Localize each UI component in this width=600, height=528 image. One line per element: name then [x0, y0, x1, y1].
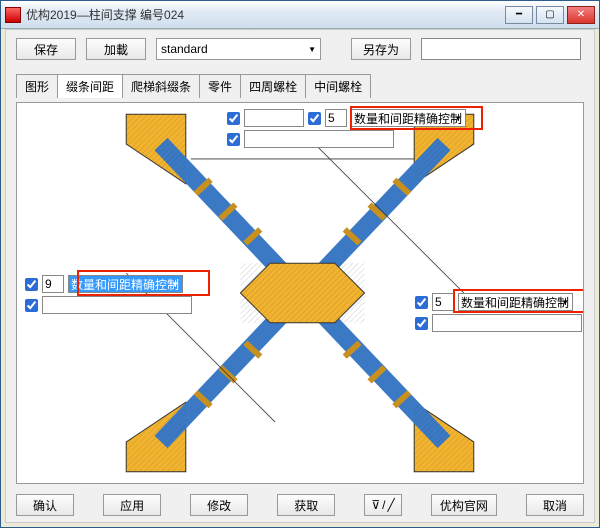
- minimize-button[interactable]: ━: [505, 6, 533, 24]
- apply-button[interactable]: 应用: [103, 494, 161, 516]
- cancel-button[interactable]: 取消: [526, 494, 584, 516]
- tab-perimeter-bolts[interactable]: 四周螺栓: [240, 74, 306, 98]
- save-as-button[interactable]: 另存为: [351, 38, 411, 60]
- top-chk1[interactable]: [227, 112, 240, 125]
- tab-center-bolts[interactable]: 中间螺栓: [305, 74, 371, 98]
- save-as-input[interactable]: [421, 38, 581, 60]
- left-mode-dropdown[interactable]: 数量和间距精确控制 ▼: [68, 275, 183, 293]
- tab-ladder[interactable]: 爬梯斜缀条: [122, 74, 200, 98]
- flag-toggle[interactable]: ⊽ / ╱: [364, 494, 401, 516]
- right-chk2[interactable]: [415, 317, 428, 330]
- chevron-down-icon: ▼: [454, 114, 462, 123]
- modify-button[interactable]: 修改: [190, 494, 248, 516]
- top-mode-dropdown[interactable]: 数量和间距精确控制 ▼: [351, 109, 466, 127]
- left-val2[interactable]: [42, 296, 192, 314]
- app-window: 优构2019—柱间支撑 编号024 ━ ▢ ✕ 保存 加載 standard ▼…: [0, 0, 600, 528]
- top-val3[interactable]: [244, 130, 394, 148]
- scheme-value: standard: [161, 42, 208, 56]
- tab-shape[interactable]: 图形: [16, 74, 58, 98]
- maximize-button[interactable]: ▢: [536, 6, 564, 24]
- chevron-down-icon: ▼: [308, 45, 316, 54]
- top-chk2[interactable]: [308, 112, 321, 125]
- top-val2[interactable]: [325, 109, 347, 127]
- left-controls: 数量和间距精确控制 ▼: [25, 275, 192, 314]
- top-controls: 数量和间距精确控制 ▼: [227, 109, 466, 148]
- right-chk1[interactable]: [415, 296, 428, 309]
- top-toolbar: 保存 加載 standard ▼ 另存为: [6, 30, 594, 68]
- top-chk3[interactable]: [227, 133, 240, 146]
- ok-button[interactable]: 确认: [16, 494, 74, 516]
- tab-spacing[interactable]: 缀条间距: [57, 74, 123, 98]
- chevron-down-icon: ▼: [561, 298, 569, 307]
- right-mode-dropdown[interactable]: 数量和间距精确控制 ▼: [458, 293, 573, 311]
- scheme-combo[interactable]: standard ▼: [156, 38, 321, 60]
- diagram-panel: 数量和间距精确控制 ▼ 数量和间距精确控制: [16, 102, 584, 484]
- titlebar: 优构2019—柱间支撑 编号024 ━ ▢ ✕: [1, 1, 599, 29]
- get-button[interactable]: 获取: [277, 494, 335, 516]
- right-val2[interactable]: [432, 314, 582, 332]
- bracing-diagram: 数量和间距精确控制 ▼ 数量和间距精确控制: [17, 103, 583, 483]
- tab-parts[interactable]: 零件: [199, 74, 241, 98]
- right-controls: 数量和间距精确控制 ▼: [415, 293, 582, 332]
- save-button[interactable]: 保存: [16, 38, 76, 60]
- right-val1[interactable]: [432, 293, 454, 311]
- close-button[interactable]: ✕: [567, 6, 595, 24]
- left-chk1[interactable]: [25, 278, 38, 291]
- left-val1[interactable]: [42, 275, 64, 293]
- chevron-down-icon: ▼: [171, 280, 179, 289]
- app-icon: [5, 7, 21, 23]
- load-button[interactable]: 加載: [86, 38, 146, 60]
- site-button[interactable]: 优构官网: [431, 494, 497, 516]
- tab-strip: 图形 缀条间距 爬梯斜缀条 零件 四周螺栓 中间螺栓: [6, 74, 594, 98]
- left-chk2[interactable]: [25, 299, 38, 312]
- content-area: 保存 加載 standard ▼ 另存为 图形 缀条间距 爬梯斜缀条 零件 四周…: [5, 29, 595, 523]
- top-val1[interactable]: [244, 109, 304, 127]
- window-title: 优构2019—柱间支撑 编号024: [26, 6, 505, 23]
- bottom-bar: 确认 应用 修改 获取 ⊽ / ╱ 优构官网 取消: [16, 494, 584, 516]
